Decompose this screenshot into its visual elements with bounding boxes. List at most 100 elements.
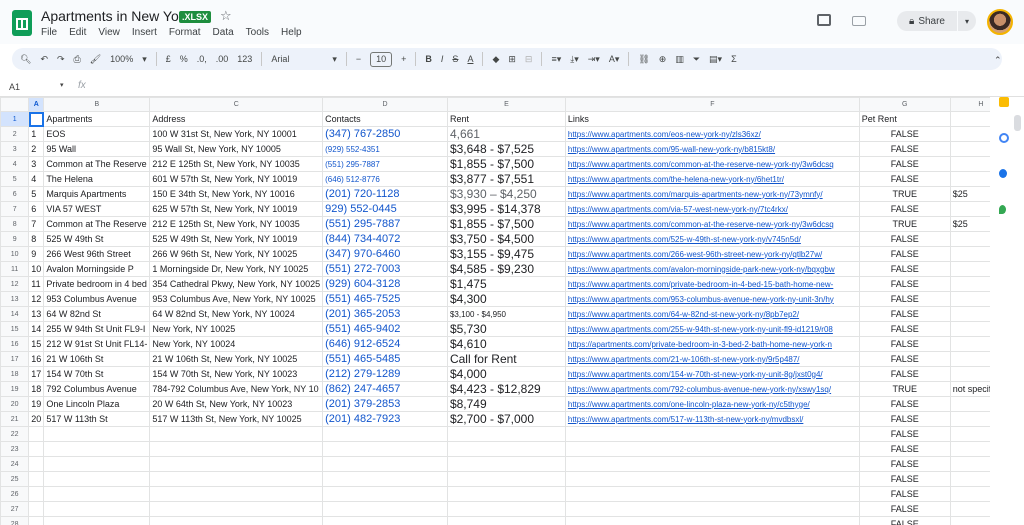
row-header[interactable]: 14 xyxy=(0,306,30,322)
cell-pet-rent[interactable]: FALSE xyxy=(858,126,951,142)
cell-contact-phone[interactable]: (551) 465-7525 xyxy=(322,291,448,307)
cell-contact-phone[interactable]: (347) 970-6460 xyxy=(322,246,448,262)
cell-contact-phone[interactable]: (551) 295-7887 xyxy=(322,156,448,172)
cell-rent[interactable]: $2,700 - $7,000 xyxy=(446,411,566,427)
cell-apartment-name[interactable]: 154 W 70th St xyxy=(43,366,151,382)
cell-contact-phone[interactable] xyxy=(322,426,448,442)
header-cell-contacts[interactable]: Contacts xyxy=(322,111,448,127)
share-button[interactable]: 🔒︎ Share xyxy=(897,11,957,31)
text-color-icon[interactable]: A xyxy=(467,54,473,64)
cell-link[interactable] xyxy=(564,516,860,525)
cell-apartment-name[interactable]: Common at The Reserve xyxy=(43,216,151,232)
row-header[interactable]: 5 xyxy=(0,171,30,187)
print-icon[interactable]: ⎙ xyxy=(74,54,81,65)
cell-rent[interactable] xyxy=(446,501,566,517)
percent-format-button[interactable]: % xyxy=(180,54,188,64)
cell-link[interactable] xyxy=(564,441,860,457)
row-header[interactable]: 11 xyxy=(0,261,30,277)
cell-link[interactable]: https://www.apartments.com/792-columbus-… xyxy=(564,381,860,397)
row-header[interactable]: 4 xyxy=(0,156,30,172)
cell-link[interactable]: https://apartments.com/private-bedroom-i… xyxy=(564,336,860,352)
column-header-g[interactable]: G xyxy=(858,97,951,112)
comment-history-icon[interactable] xyxy=(817,14,831,26)
cell-rent[interactable]: $4,300 xyxy=(446,291,566,307)
row-header[interactable]: 15 xyxy=(0,321,30,337)
cell-address[interactable]: 212 E 125th St, New York, NY 10035 xyxy=(149,156,324,172)
cell-link[interactable]: https://www.apartments.com/the-helena-ne… xyxy=(564,171,860,187)
menu-insert[interactable]: Insert xyxy=(132,27,157,38)
cell-pet-rent[interactable]: FALSE xyxy=(858,321,951,337)
cell-address[interactable] xyxy=(149,471,324,487)
header-cell-apartments[interactable]: Apartments xyxy=(43,111,151,127)
cell-rent[interactable]: $3,995 - $14,378 xyxy=(446,201,566,217)
name-box-chevron-icon[interactable]: ▾ xyxy=(60,81,64,89)
cell-pet-rent[interactable]: FALSE xyxy=(858,501,951,517)
cell-index[interactable] xyxy=(28,471,45,487)
row-header[interactable]: 26 xyxy=(0,486,30,502)
cell-contact-phone[interactable]: (844) 734-4072 xyxy=(322,231,448,247)
collapse-toolbar-chevron-icon[interactable]: ⌃ xyxy=(994,55,1002,66)
cell-index[interactable]: 8 xyxy=(28,231,45,247)
cell-index[interactable]: 20 xyxy=(28,411,45,427)
cell-apartment-name[interactable] xyxy=(43,441,151,457)
cell-link[interactable]: https://www.apartments.com/common-at-the… xyxy=(564,156,860,172)
cell-link[interactable]: https://www.apartments.com/avalon-mornin… xyxy=(564,261,860,277)
cell-rent[interactable]: $3,877 - $7,551 xyxy=(446,171,566,187)
cell-pet-rent[interactable]: FALSE xyxy=(858,396,951,412)
menu-help[interactable]: Help xyxy=(281,27,302,38)
cell-apartment-name[interactable]: 953 Columbus Avenue xyxy=(43,291,151,307)
cell-apartment-name[interactable]: One Lincoln Plaza xyxy=(43,396,151,412)
cell-rent[interactable] xyxy=(446,486,566,502)
cell-pet-rent[interactable]: TRUE xyxy=(858,381,951,397)
cell-contact-phone[interactable]: 929) 552-0445 xyxy=(322,201,448,217)
cell-rent[interactable]: $8,749 xyxy=(446,396,566,412)
cell-pet-rent[interactable]: FALSE xyxy=(858,306,951,322)
decrease-decimal-button[interactable]: .0, xyxy=(197,54,207,64)
cell-contact-phone[interactable]: (929) 552-4351 xyxy=(322,141,448,157)
increase-font-size-button[interactable]: + xyxy=(401,54,406,64)
sheets-logo-icon[interactable] xyxy=(12,10,32,36)
bold-icon[interactable]: B xyxy=(425,54,432,64)
cell-address[interactable]: 784-792 Columbus Ave, New York, NY 10 xyxy=(149,381,324,397)
cell-pet-rent[interactable]: FALSE xyxy=(858,156,951,172)
cell-link[interactable]: https://www.apartments.com/266-west-96th… xyxy=(564,246,860,262)
decrease-font-size-button[interactable]: − xyxy=(356,54,361,64)
cell-rent[interactable]: $3,100 - $4,950 xyxy=(446,306,566,322)
cell-index[interactable] xyxy=(28,486,45,502)
cell-index[interactable]: 18 xyxy=(28,381,45,397)
currency-format-button[interactable]: £ xyxy=(166,54,171,64)
cell-link[interactable]: https://www.apartments.com/154-w-70th-st… xyxy=(564,366,860,382)
cell-address[interactable]: 525 W 49th St, New York, NY 10019 xyxy=(149,231,324,247)
cell-apartment-name[interactable]: 266 West 96th Street xyxy=(43,246,151,262)
cell-index[interactable]: 10 xyxy=(28,261,45,277)
cell-link[interactable]: https://www.apartments.com/common-at-the… xyxy=(564,216,860,232)
cell-apartment-name[interactable]: 255 W 94th St Unit FL9-I xyxy=(43,321,151,337)
vertical-align-icon[interactable]: ⤓▾ xyxy=(570,54,579,65)
user-avatar[interactable] xyxy=(987,9,1013,35)
cell-index[interactable] xyxy=(28,441,45,457)
row-header[interactable]: 19 xyxy=(0,381,30,397)
cell-pet-rent[interactable]: FALSE xyxy=(858,471,951,487)
cell-apartment-name[interactable]: 525 W 49th St xyxy=(43,231,151,247)
zoom-chevron-icon[interactable]: ▾ xyxy=(142,54,147,65)
menu-data[interactable]: Data xyxy=(213,27,234,38)
insert-comment-icon[interactable]: ⊕ xyxy=(659,54,667,65)
cell-pet-rent[interactable]: TRUE xyxy=(858,186,951,202)
cell-link[interactable]: https://www.apartments.com/via-57-west-n… xyxy=(564,201,860,217)
cell-link[interactable]: https://www.apartments.com/517-w-113th-s… xyxy=(564,411,860,427)
insert-link-icon[interactable]: ⛓︎ xyxy=(638,54,649,65)
font-size-input[interactable]: 10 xyxy=(370,51,393,67)
cell-contact-phone[interactable]: (201) 365-2053 xyxy=(322,306,448,322)
maps-icon[interactable] xyxy=(999,205,1006,214)
text-wrapping-icon[interactable]: ⇥▾ xyxy=(588,54,600,65)
cell-rent[interactable]: $4,585 - $9,230 xyxy=(446,261,566,277)
cell-contact-phone[interactable]: (646) 912-6524 xyxy=(322,336,448,352)
increase-decimal-button[interactable]: .00 xyxy=(216,54,229,64)
row-header[interactable]: 28 xyxy=(0,516,30,525)
cell-link[interactable]: https://www.apartments.com/private-bedro… xyxy=(564,276,860,292)
column-header-b[interactable]: B xyxy=(43,97,151,112)
cell-contact-phone[interactable]: (646) 512-8776 xyxy=(322,171,448,187)
cell-address[interactable] xyxy=(149,456,324,472)
cell-rent[interactable] xyxy=(446,471,566,487)
row-header[interactable]: 27 xyxy=(0,501,30,517)
